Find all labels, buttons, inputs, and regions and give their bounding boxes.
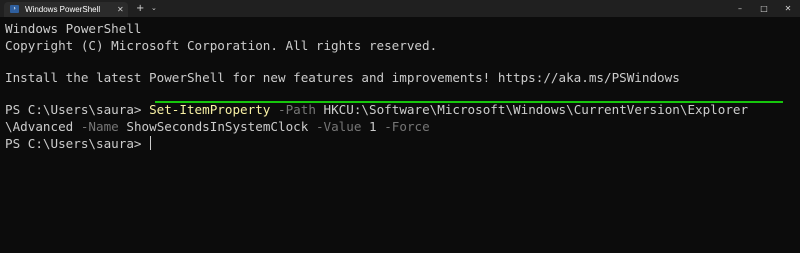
chevron-down-icon[interactable]: ⌄ (151, 2, 157, 15)
close-window-button[interactable]: ✕ (776, 0, 800, 17)
command-line-1: PS C:\Users\saura> Set-ItemProperty -Pat… (5, 101, 748, 118)
command-line-2: \Advanced -Name ShowSecondsInSystemClock… (5, 118, 430, 135)
name-value: ShowSecondsInSystemClock (126, 119, 309, 134)
value-value: 1 (369, 119, 377, 134)
powershell-icon: › (10, 5, 19, 13)
prompt: PS C:\Users\saura> (5, 136, 150, 151)
path-parameter: -Path (277, 102, 316, 117)
name-parameter: -Name (80, 119, 119, 134)
new-tab-button[interactable]: + (136, 2, 144, 15)
text-cursor (150, 136, 152, 150)
prompt-line[interactable]: PS C:\Users\saura> (5, 135, 152, 152)
window-controls: – □ ✕ (728, 0, 800, 17)
tab-windows-powershell[interactable]: › Windows PowerShell ✕ (4, 2, 128, 17)
path-value: HKCU:\Software\Microsoft\Windows\Current… (323, 102, 749, 117)
tab-title: Windows PowerShell (25, 5, 101, 14)
prompt: PS C:\Users\saura> (5, 102, 150, 117)
copyright-line: Copyright (C) Microsoft Corporation. All… (5, 38, 438, 53)
install-message: Install the latest PowerShell for new fe… (5, 70, 680, 85)
maximize-button[interactable]: □ (752, 0, 776, 17)
terminal-window: › Windows PowerShell ✕ + ⌄ – □ ✕ Windows… (0, 0, 800, 253)
minimize-button[interactable]: – (728, 0, 752, 17)
value-parameter: -Value (315, 119, 362, 134)
cmdlet: Set-ItemProperty (149, 102, 271, 117)
path-value-continued: \Advanced (5, 119, 74, 134)
force-parameter: -Force (384, 119, 430, 134)
header-line-1: Windows PowerShell (5, 21, 142, 36)
terminal-output[interactable]: Windows PowerShell Copyright (C) Microso… (0, 17, 800, 253)
highlight-underline (155, 101, 783, 103)
close-tab-icon[interactable]: ✕ (117, 3, 124, 16)
title-bar: › Windows PowerShell ✕ + ⌄ – □ ✕ (0, 0, 800, 17)
